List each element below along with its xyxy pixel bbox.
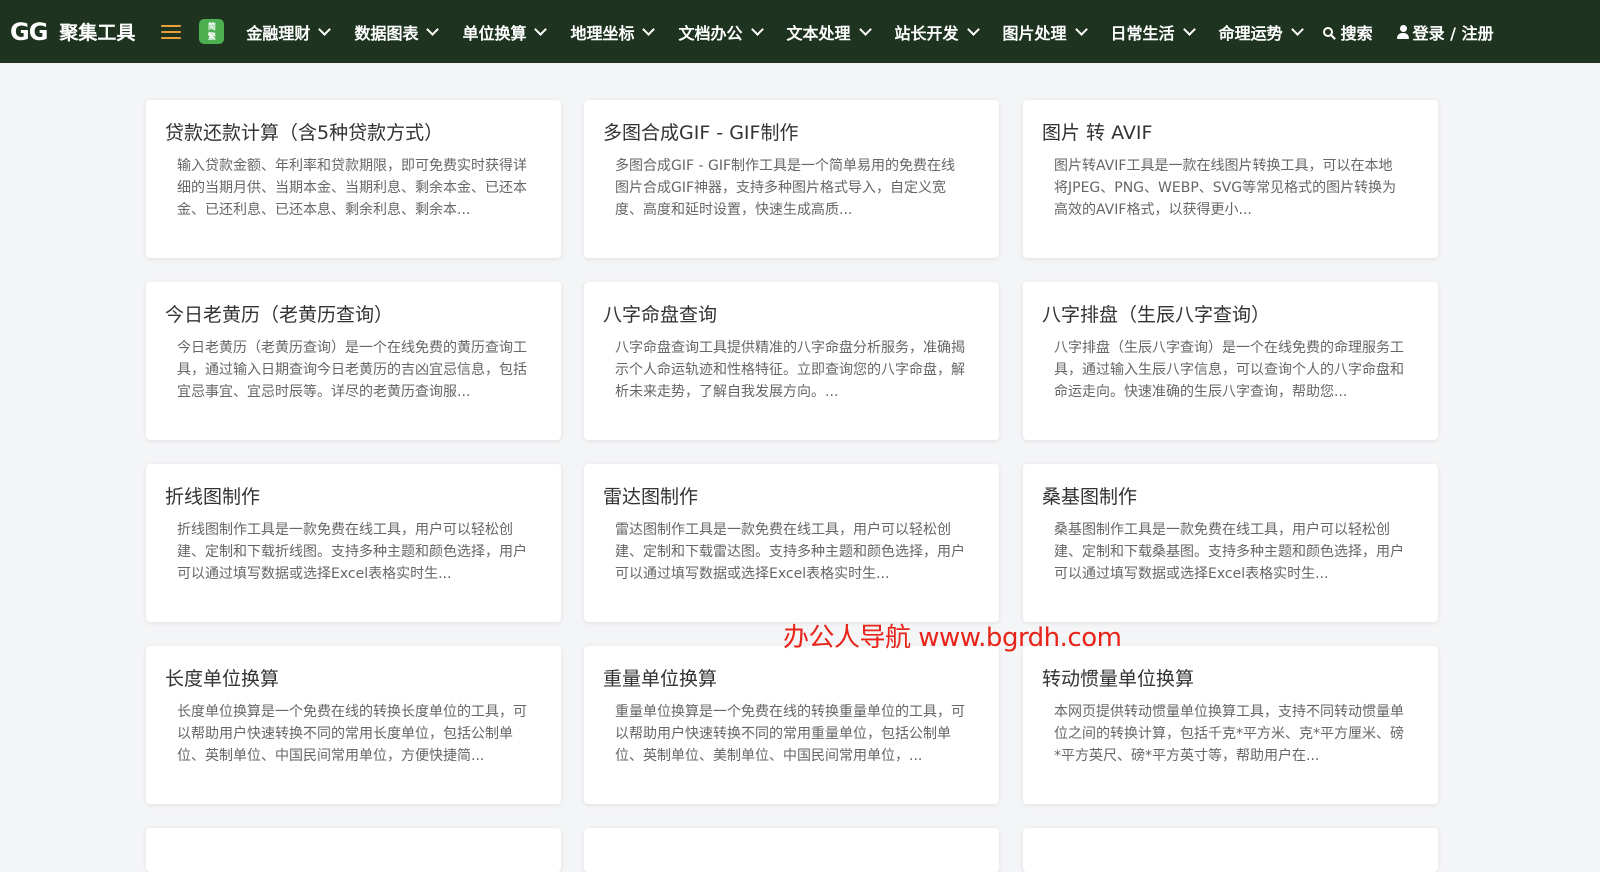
nav-item-geo[interactable]: 地理坐标 bbox=[570, 20, 656, 44]
tool-card-desc: 本网页提供转动惯量单位换算工具，支持不同转动惯量单位之间的转换计算，包括千克*平… bbox=[1054, 704, 1404, 764]
nav-item-label: 金融理财 bbox=[246, 23, 311, 43]
tool-card-title: 贷款还款计算（含5种贷款方式） bbox=[165, 122, 444, 144]
tool-card-desc: 重量单位换算是一个免费在线的转换重量单位的工具，可以帮助用户快速转换不同的常用重… bbox=[615, 704, 965, 764]
chevron-down-icon bbox=[318, 22, 332, 36]
tool-card[interactable]: 转动惯量单位换算 本网页提供转动惯量单位换算工具，支持不同转动惯量单位之间的转换… bbox=[1023, 646, 1438, 804]
tool-card-desc: 折线图制作工具是一款免费在线工具，用户可以轻松创建、定制和下载折线图。支持多种主… bbox=[177, 522, 527, 582]
tool-card-title: 图片 转 AVIF bbox=[1042, 122, 1153, 144]
tool-card-desc: 多图合成GIF - GIF制作工具是一个简单易用的免费在线图片合成GIF神器，支… bbox=[615, 158, 956, 218]
top-navbar: GG 聚集工具 简 繁 金融理财 数据图表 单位换算 地理坐标 文档办公 文本处… bbox=[0, 0, 1600, 63]
tool-card[interactable]: 八字命盘查询 八字命盘查询工具提供精准的八字命盘分析服务，准确揭示个人命运轨迹和… bbox=[584, 282, 999, 440]
nav-menu: 金融理财 数据图表 单位换算 地理坐标 文档办公 文本处理 站长开发 图片处理 … bbox=[246, 20, 1326, 44]
nav-item-fortune[interactable]: 命理运势 bbox=[1218, 20, 1304, 44]
nav-item-label: 地理坐标 bbox=[570, 23, 635, 43]
tool-card-title: 重量单位换算 bbox=[603, 668, 718, 690]
chevron-down-icon bbox=[858, 22, 872, 36]
nav-item-units[interactable]: 单位换算 bbox=[462, 20, 548, 44]
tool-card-desc: 今日老黄历（老黄历查询）是一个在线免费的黄历查询工具，通过输入日期查询今日老黄历… bbox=[177, 340, 527, 400]
tool-card[interactable]: 图片 转 AVIF 图片转AVIF工具是一款在线图片转换工具，可以在本地将JPE… bbox=[1023, 100, 1438, 258]
tool-card-title: 转动惯量单位换算 bbox=[1042, 668, 1195, 690]
tool-card-desc: 八字排盘（生辰八字查询）是一个在线免费的命理服务工具，通过输入生辰八字信息，可以… bbox=[1054, 340, 1404, 400]
chevron-down-icon bbox=[1290, 22, 1304, 36]
nav-item-label: 单位换算 bbox=[462, 23, 527, 43]
tool-card-title: 八字命盘查询 bbox=[603, 304, 718, 326]
trad-icon-bottom: 繁 bbox=[207, 31, 216, 41]
login-label: 登录 / 注册 bbox=[1412, 23, 1494, 43]
login-register-link[interactable]: 登录 / 注册 bbox=[1396, 20, 1494, 44]
tool-card-desc: 雷达图制作工具是一款免费在线工具，用户可以轻松创建、定制和下载雷达图。支持多种主… bbox=[615, 522, 965, 582]
tool-card-desc: 图片转AVIF工具是一款在线图片转换工具，可以在本地将JPEG、PNG、WEBP… bbox=[1054, 158, 1397, 218]
tool-card-desc: 八字命盘查询工具提供精准的八字命盘分析服务，准确揭示个人命运轨迹和性格特征。立即… bbox=[615, 340, 965, 400]
tool-card-desc: 长度单位换算是一个免费在线的转换长度单位的工具，可以帮助用户快速转换不同的常用长… bbox=[177, 704, 527, 764]
logo-text: 聚集工具 bbox=[59, 22, 136, 44]
tool-card-title: 多图合成GIF - GIF制作 bbox=[603, 122, 799, 144]
nav-item-text[interactable]: 文本处理 bbox=[786, 20, 872, 44]
tool-card-partial[interactable] bbox=[584, 828, 999, 872]
tool-card[interactable]: 长度单位换算 长度单位换算是一个免费在线的转换长度单位的工具，可以帮助用户快速转… bbox=[146, 646, 561, 804]
chevron-down-icon bbox=[1074, 22, 1088, 36]
site-logo[interactable]: GG 聚集工具 bbox=[10, 18, 135, 46]
watermark-text: 办公人导航 www.bgrdh.com bbox=[783, 623, 1122, 653]
nav-item-label: 命理运势 bbox=[1218, 23, 1283, 43]
tool-card-partial[interactable] bbox=[1023, 828, 1438, 872]
tool-card[interactable]: 重量单位换算 重量单位换算是一个免费在线的转换重量单位的工具，可以帮助用户快速转… bbox=[584, 646, 999, 804]
nav-item-label: 数据图表 bbox=[354, 23, 419, 43]
tool-card-title: 长度单位换算 bbox=[165, 668, 280, 690]
search-label: 搜索 bbox=[1340, 23, 1373, 43]
tool-card[interactable]: 多图合成GIF - GIF制作 多图合成GIF - GIF制作工具是一个简单易用… bbox=[584, 100, 999, 258]
nav-item-label: 图片处理 bbox=[1002, 23, 1067, 43]
nav-item-finance[interactable]: 金融理财 bbox=[246, 20, 332, 44]
tool-card-title: 雷达图制作 bbox=[603, 486, 699, 508]
tool-card[interactable]: 桑基图制作 桑基图制作工具是一款免费在线工具，用户可以轻松创建、定制和下载桑基图… bbox=[1023, 464, 1438, 622]
nav-item-label: 日常生活 bbox=[1110, 23, 1175, 43]
chevron-down-icon bbox=[426, 22, 440, 36]
chevron-down-icon bbox=[1182, 22, 1196, 36]
tool-card[interactable]: 贷款还款计算（含5种贷款方式） 输入贷款金额、年利率和贷款期限，即可免费实时获得… bbox=[146, 100, 561, 258]
nav-item-image[interactable]: 图片处理 bbox=[1002, 20, 1088, 44]
tool-card-title: 折线图制作 bbox=[165, 486, 261, 508]
tool-card-title: 今日老黄历（老黄历查询） bbox=[165, 304, 394, 326]
chevron-down-icon bbox=[534, 22, 548, 36]
hamburger-menu-icon[interactable] bbox=[161, 24, 182, 39]
chevron-down-icon bbox=[750, 22, 764, 36]
trad-icon-top: 简 bbox=[207, 21, 216, 31]
tool-card-title: 八字排盘（生辰八字查询） bbox=[1042, 304, 1271, 326]
user-icon bbox=[1396, 24, 1409, 39]
nav-item-webmaster[interactable]: 站长开发 bbox=[894, 20, 980, 44]
nav-item-office[interactable]: 文档办公 bbox=[678, 20, 764, 44]
chevron-down-icon bbox=[642, 22, 656, 36]
tool-card-desc: 桑基图制作工具是一款免费在线工具，用户可以轻松创建、定制和下载桑基图。支持多种主… bbox=[1054, 522, 1404, 582]
tool-card[interactable]: 今日老黄历（老黄历查询） 今日老黄历（老黄历查询）是一个在线免费的黄历查询工具，… bbox=[146, 282, 561, 440]
search-button[interactable]: 搜索 bbox=[1322, 20, 1373, 44]
nav-item-label: 文本处理 bbox=[786, 23, 851, 43]
nav-item-label: 站长开发 bbox=[894, 23, 959, 43]
tool-card-partial[interactable] bbox=[146, 828, 561, 872]
tool-card[interactable]: 八字排盘（生辰八字查询） 八字排盘（生辰八字查询）是一个在线免费的命理服务工具，… bbox=[1023, 282, 1438, 440]
chevron-down-icon bbox=[966, 22, 980, 36]
nav-item-charts[interactable]: 数据图表 bbox=[354, 20, 440, 44]
tool-card[interactable]: 折线图制作 折线图制作工具是一款免费在线工具，用户可以轻松创建、定制和下载折线图… bbox=[146, 464, 561, 622]
logo-mark: GG bbox=[10, 17, 48, 46]
tool-card-desc: 输入贷款金额、年利率和贷款期限，即可免费实时获得详细的当期月供、当期本金、当期利… bbox=[177, 158, 527, 218]
search-icon bbox=[1322, 26, 1333, 37]
tool-card[interactable]: 雷达图制作 雷达图制作工具是一款免费在线工具，用户可以轻松创建、定制和下载雷达图… bbox=[584, 464, 999, 622]
simplified-traditional-toggle-icon[interactable]: 简 繁 bbox=[199, 19, 225, 44]
nav-item-label: 文档办公 bbox=[678, 23, 743, 43]
tool-card-title: 桑基图制作 bbox=[1042, 486, 1138, 508]
nav-item-daily[interactable]: 日常生活 bbox=[1110, 20, 1196, 44]
